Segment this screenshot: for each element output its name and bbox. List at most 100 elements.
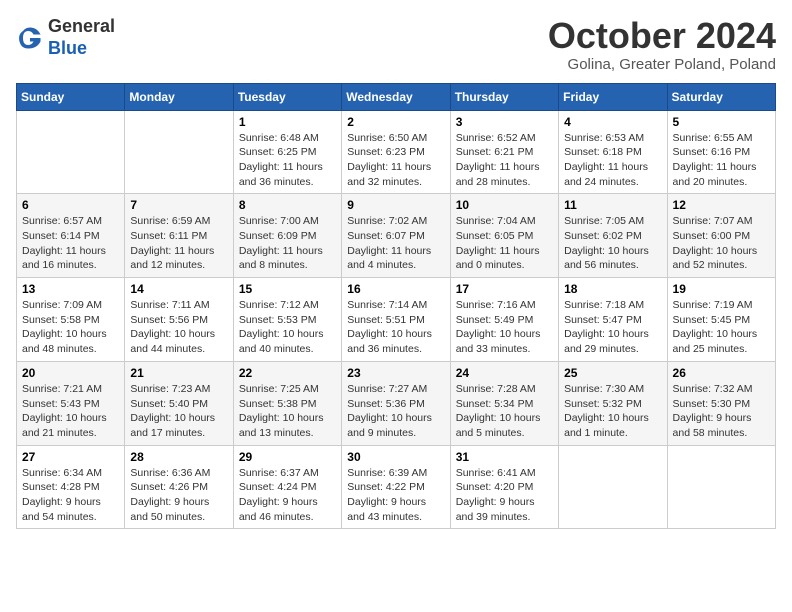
day-detail: Sunrise: 7:11 AMSunset: 5:56 PMDaylight:…	[130, 298, 227, 357]
day-number: 16	[347, 282, 444, 296]
day-detail: Sunrise: 6:55 AMSunset: 6:16 PMDaylight:…	[673, 131, 770, 190]
day-number: 19	[673, 282, 770, 296]
day-number: 2	[347, 115, 444, 129]
day-number: 15	[239, 282, 336, 296]
day-number: 21	[130, 366, 227, 380]
day-number: 1	[239, 115, 336, 129]
calendar-cell: 3Sunrise: 6:52 AMSunset: 6:21 PMDaylight…	[450, 110, 558, 194]
day-number: 26	[673, 366, 770, 380]
calendar-cell: 21 Sunrise: 7:23 AMSunset: 5:40 PMDayligh…	[125, 361, 233, 445]
weekday-header-tuesday: Tuesday	[233, 83, 341, 110]
calendar-week-1: 1 Sunrise: 6:48 AMSunset: 6:25 PMDaylight…	[17, 110, 776, 194]
day-number: 17	[456, 282, 553, 296]
page-header: General Blue October 2024 Golina, Greate…	[16, 16, 776, 73]
day-detail: Sunrise: 7:02 AMSunset: 6:07 PMDaylight:…	[347, 214, 444, 273]
logo-blue-text: Blue	[48, 38, 87, 58]
calendar-cell: 13 Sunrise: 7:09 AMSunset: 5:58 PMDayligh…	[17, 278, 125, 362]
calendar-cell: 23 Sunrise: 7:27 AMSunset: 5:36 PMDayligh…	[342, 361, 450, 445]
day-number: 29	[239, 450, 336, 464]
day-detail: Sunrise: 6:59 AMSunset: 6:11 PMDaylight:…	[130, 214, 227, 273]
calendar-cell	[17, 110, 125, 194]
calendar-cell: 12 Sunrise: 7:07 AMSunset: 6:00 PMDayligh…	[667, 194, 775, 278]
calendar-cell: 9 Sunrise: 7:02 AMSunset: 6:07 PMDaylight…	[342, 194, 450, 278]
day-number: 23	[347, 366, 444, 380]
calendar-cell: 22 Sunrise: 7:25 AMSunset: 5:38 PMDayligh…	[233, 361, 341, 445]
calendar-cell: 18 Sunrise: 7:18 AMSunset: 5:47 PMDayligh…	[559, 278, 667, 362]
day-detail: Sunrise: 7:16 AMSunset: 5:49 PMDaylight:…	[456, 298, 553, 357]
day-detail: Sunrise: 7:30 AMSunset: 5:32 PMDaylight:…	[564, 382, 661, 441]
calendar-cell: 26 Sunrise: 7:32 AMSunset: 5:30 PMDayligh…	[667, 361, 775, 445]
calendar-cell: 10 Sunrise: 7:04 AMSunset: 6:05 PMDayligh…	[450, 194, 558, 278]
calendar-cell	[125, 110, 233, 194]
calendar-cell: 17 Sunrise: 7:16 AMSunset: 5:49 PMDayligh…	[450, 278, 558, 362]
weekday-header-sunday: Sunday	[17, 83, 125, 110]
calendar-cell: 29Sunrise: 6:37 AMSunset: 4:24 PMDayligh…	[233, 445, 341, 529]
day-number: 28	[130, 450, 227, 464]
calendar-table: SundayMondayTuesdayWednesdayThursdayFrid…	[16, 83, 776, 530]
calendar-cell	[559, 445, 667, 529]
day-number: 22	[239, 366, 336, 380]
calendar-week-4: 20 Sunrise: 7:21 AMSunset: 5:43 PMDayligh…	[17, 361, 776, 445]
day-detail: Sunrise: 7:32 AMSunset: 5:30 PMDaylight:…	[673, 382, 770, 441]
day-number: 9	[347, 198, 444, 212]
calendar-cell: 27Sunrise: 6:34 AMSunset: 4:28 PMDayligh…	[17, 445, 125, 529]
day-number: 18	[564, 282, 661, 296]
day-detail: Sunrise: 7:19 AMSunset: 5:45 PMDaylight:…	[673, 298, 770, 357]
calendar-cell: 11Sunrise: 7:05 AMSunset: 6:02 PMDayligh…	[559, 194, 667, 278]
day-number: 25	[564, 366, 661, 380]
calendar-cell: 15Sunrise: 7:12 AMSunset: 5:53 PMDayligh…	[233, 278, 341, 362]
day-detail: Sunrise: 7:27 AMSunset: 5:36 PMDaylight:…	[347, 382, 444, 441]
day-detail: Sunrise: 7:04 AMSunset: 6:05 PMDaylight:…	[456, 214, 553, 273]
day-number: 30	[347, 450, 444, 464]
day-number: 7	[130, 198, 227, 212]
calendar-cell: 5Sunrise: 6:55 AMSunset: 6:16 PMDaylight…	[667, 110, 775, 194]
logo-general-text: General	[48, 16, 115, 36]
day-number: 6	[22, 198, 119, 212]
calendar-cell: 31 Sunrise: 6:41 AMSunset: 4:20 PMDayligh…	[450, 445, 558, 529]
calendar-cell: 20 Sunrise: 7:21 AMSunset: 5:43 PMDayligh…	[17, 361, 125, 445]
day-detail: Sunrise: 6:41 AMSunset: 4:20 PMDaylight:…	[456, 466, 553, 525]
day-detail: Sunrise: 6:53 AMSunset: 6:18 PMDaylight:…	[564, 131, 661, 190]
day-number: 10	[456, 198, 553, 212]
day-number: 12	[673, 198, 770, 212]
calendar-cell: 2Sunrise: 6:50 AMSunset: 6:23 PMDaylight…	[342, 110, 450, 194]
calendar-week-5: 27Sunrise: 6:34 AMSunset: 4:28 PMDayligh…	[17, 445, 776, 529]
day-detail: Sunrise: 7:25 AMSunset: 5:38 PMDaylight:…	[239, 382, 336, 441]
calendar-cell: 7 Sunrise: 6:59 AMSunset: 6:11 PMDaylight…	[125, 194, 233, 278]
day-detail: Sunrise: 6:39 AMSunset: 4:22 PMDaylight:…	[347, 466, 444, 525]
calendar-week-3: 13 Sunrise: 7:09 AMSunset: 5:58 PMDayligh…	[17, 278, 776, 362]
weekday-header-thursday: Thursday	[450, 83, 558, 110]
day-number: 8	[239, 198, 336, 212]
day-detail: Sunrise: 7:07 AMSunset: 6:00 PMDaylight:…	[673, 214, 770, 273]
day-detail: Sunrise: 7:09 AMSunset: 5:58 PMDaylight:…	[22, 298, 119, 357]
calendar-cell: 24Sunrise: 7:28 AMSunset: 5:34 PMDayligh…	[450, 361, 558, 445]
weekday-header-wednesday: Wednesday	[342, 83, 450, 110]
day-detail: Sunrise: 7:14 AMSunset: 5:51 PMDaylight:…	[347, 298, 444, 357]
calendar-cell: 19 Sunrise: 7:19 AMSunset: 5:45 PMDayligh…	[667, 278, 775, 362]
day-detail: Sunrise: 6:48 AMSunset: 6:25 PMDaylight:…	[239, 131, 336, 190]
day-number: 4	[564, 115, 661, 129]
day-detail: Sunrise: 7:18 AMSunset: 5:47 PMDaylight:…	[564, 298, 661, 357]
logo: General Blue	[16, 16, 115, 59]
logo-icon	[16, 24, 44, 52]
day-detail: Sunrise: 6:52 AMSunset: 6:21 PMDaylight:…	[456, 131, 553, 190]
day-detail: Sunrise: 7:21 AMSunset: 5:43 PMDaylight:…	[22, 382, 119, 441]
day-number: 20	[22, 366, 119, 380]
day-number: 11	[564, 198, 661, 212]
day-number: 13	[22, 282, 119, 296]
day-number: 31	[456, 450, 553, 464]
calendar-cell: 14 Sunrise: 7:11 AMSunset: 5:56 PMDayligh…	[125, 278, 233, 362]
weekday-header-saturday: Saturday	[667, 83, 775, 110]
calendar-cell: 6Sunrise: 6:57 AMSunset: 6:14 PMDaylight…	[17, 194, 125, 278]
title-block: October 2024 Golina, Greater Poland, Pol…	[548, 16, 776, 73]
calendar-cell	[667, 445, 775, 529]
calendar-cell: 4 Sunrise: 6:53 AMSunset: 6:18 PMDaylight…	[559, 110, 667, 194]
calendar-week-2: 6Sunrise: 6:57 AMSunset: 6:14 PMDaylight…	[17, 194, 776, 278]
weekday-header-row: SundayMondayTuesdayWednesdayThursdayFrid…	[17, 83, 776, 110]
day-number: 14	[130, 282, 227, 296]
month-title: October 2024	[548, 16, 776, 56]
day-detail: Sunrise: 6:36 AMSunset: 4:26 PMDaylight:…	[130, 466, 227, 525]
day-detail: Sunrise: 7:23 AMSunset: 5:40 PMDaylight:…	[130, 382, 227, 441]
day-detail: Sunrise: 6:34 AMSunset: 4:28 PMDaylight:…	[22, 466, 119, 525]
weekday-header-monday: Monday	[125, 83, 233, 110]
